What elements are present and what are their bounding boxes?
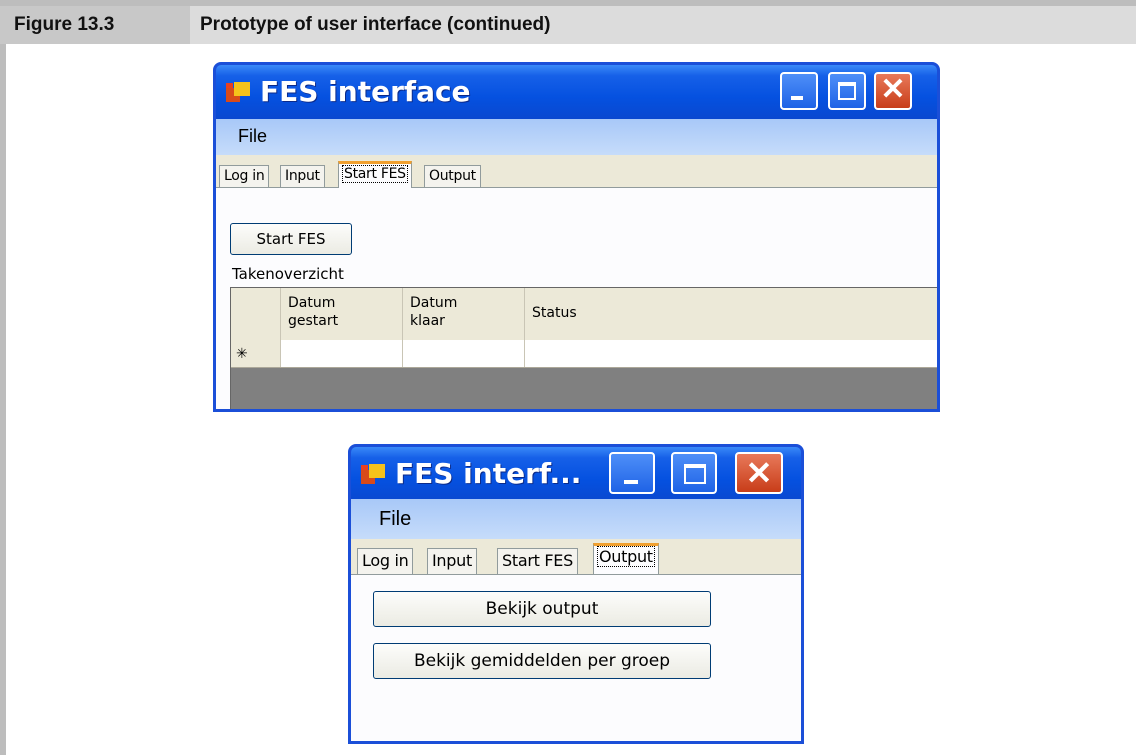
tab-log-in[interactable]: Log in	[357, 548, 414, 574]
window-title: FES interf...	[395, 457, 582, 490]
menu-bar: File	[351, 499, 801, 539]
start-fes-button[interactable]: Start FES	[230, 223, 352, 255]
figure-left-rule	[0, 44, 6, 755]
tab-strip: Log in Input Start FES Output	[216, 155, 937, 188]
maximize-button[interactable]	[671, 452, 717, 494]
close-button[interactable]: ✕	[874, 72, 912, 110]
view-output-button[interactable]: Bekijk output	[373, 591, 711, 627]
grid-cell[interactable]	[281, 340, 403, 367]
new-row-marker-icon: ✳	[231, 340, 281, 367]
grid-header: Datum gestart Datum klaar Status	[231, 288, 937, 341]
tab-panel-output: Bekijk output Bekijk gemiddelden per gro…	[351, 575, 801, 741]
grid-col-status[interactable]: Status	[525, 288, 937, 340]
menu-bar: File	[216, 119, 937, 155]
grid-col-datum-gestart[interactable]: Datum gestart	[281, 288, 403, 340]
fes-window-output: FES interf... ✕ File Log in Input Start …	[348, 444, 804, 744]
tab-start-fes[interactable]: Start FES	[497, 548, 578, 574]
tab-output[interactable]: Output	[593, 543, 659, 574]
tab-start-fes[interactable]: Start FES	[338, 161, 412, 188]
window-title: FES interface	[260, 75, 471, 108]
menu-file[interactable]: File	[238, 126, 267, 147]
grid-row-header-corner	[231, 288, 281, 340]
fes-window-start: FES interface ✕ File Log in Input Start …	[213, 62, 940, 412]
view-group-averages-button[interactable]: Bekijk gemiddelden per groep	[373, 643, 711, 679]
tab-log-in[interactable]: Log in	[219, 165, 270, 187]
tab-panel-start-fes: Start FES Takenoverzicht Datum gestart D…	[216, 188, 937, 409]
minimize-button[interactable]	[780, 72, 818, 110]
figure-title: Prototype of user interface (continued)	[200, 14, 551, 35]
maximize-icon	[838, 82, 856, 100]
grid-col-datum-klaar[interactable]: Datum klaar	[403, 288, 525, 340]
maximize-icon	[684, 464, 706, 484]
maximize-button[interactable]	[828, 72, 866, 110]
minimize-icon	[791, 96, 803, 100]
minimize-icon	[624, 480, 638, 484]
task-overview-grid: Datum gestart Datum klaar Status ✳	[230, 287, 937, 409]
takenoverzicht-label: Takenoverzicht	[232, 265, 344, 283]
figure-caption-bar: Figure 13.3 Prototype of user interface …	[0, 0, 1136, 44]
grid-new-row[interactable]: ✳	[231, 340, 937, 368]
grid-cell[interactable]	[403, 340, 525, 367]
tab-input[interactable]: Input	[427, 548, 477, 574]
close-icon: ✕	[745, 455, 773, 491]
app-icon	[361, 462, 387, 486]
app-icon	[226, 80, 252, 104]
tab-input[interactable]: Input	[280, 165, 325, 187]
menu-file[interactable]: File	[379, 508, 411, 531]
minimize-button[interactable]	[609, 452, 655, 494]
tab-output[interactable]: Output	[424, 165, 481, 187]
title-bar[interactable]: FES interface ✕	[216, 65, 937, 119]
grid-cell[interactable]	[525, 340, 937, 367]
tab-strip: Log in Input Start FES Output	[351, 539, 801, 575]
close-icon: ✕	[880, 73, 906, 106]
close-button[interactable]: ✕	[735, 452, 783, 494]
title-bar[interactable]: FES interf... ✕	[351, 447, 801, 501]
figure-number: Figure 13.3	[0, 6, 190, 44]
